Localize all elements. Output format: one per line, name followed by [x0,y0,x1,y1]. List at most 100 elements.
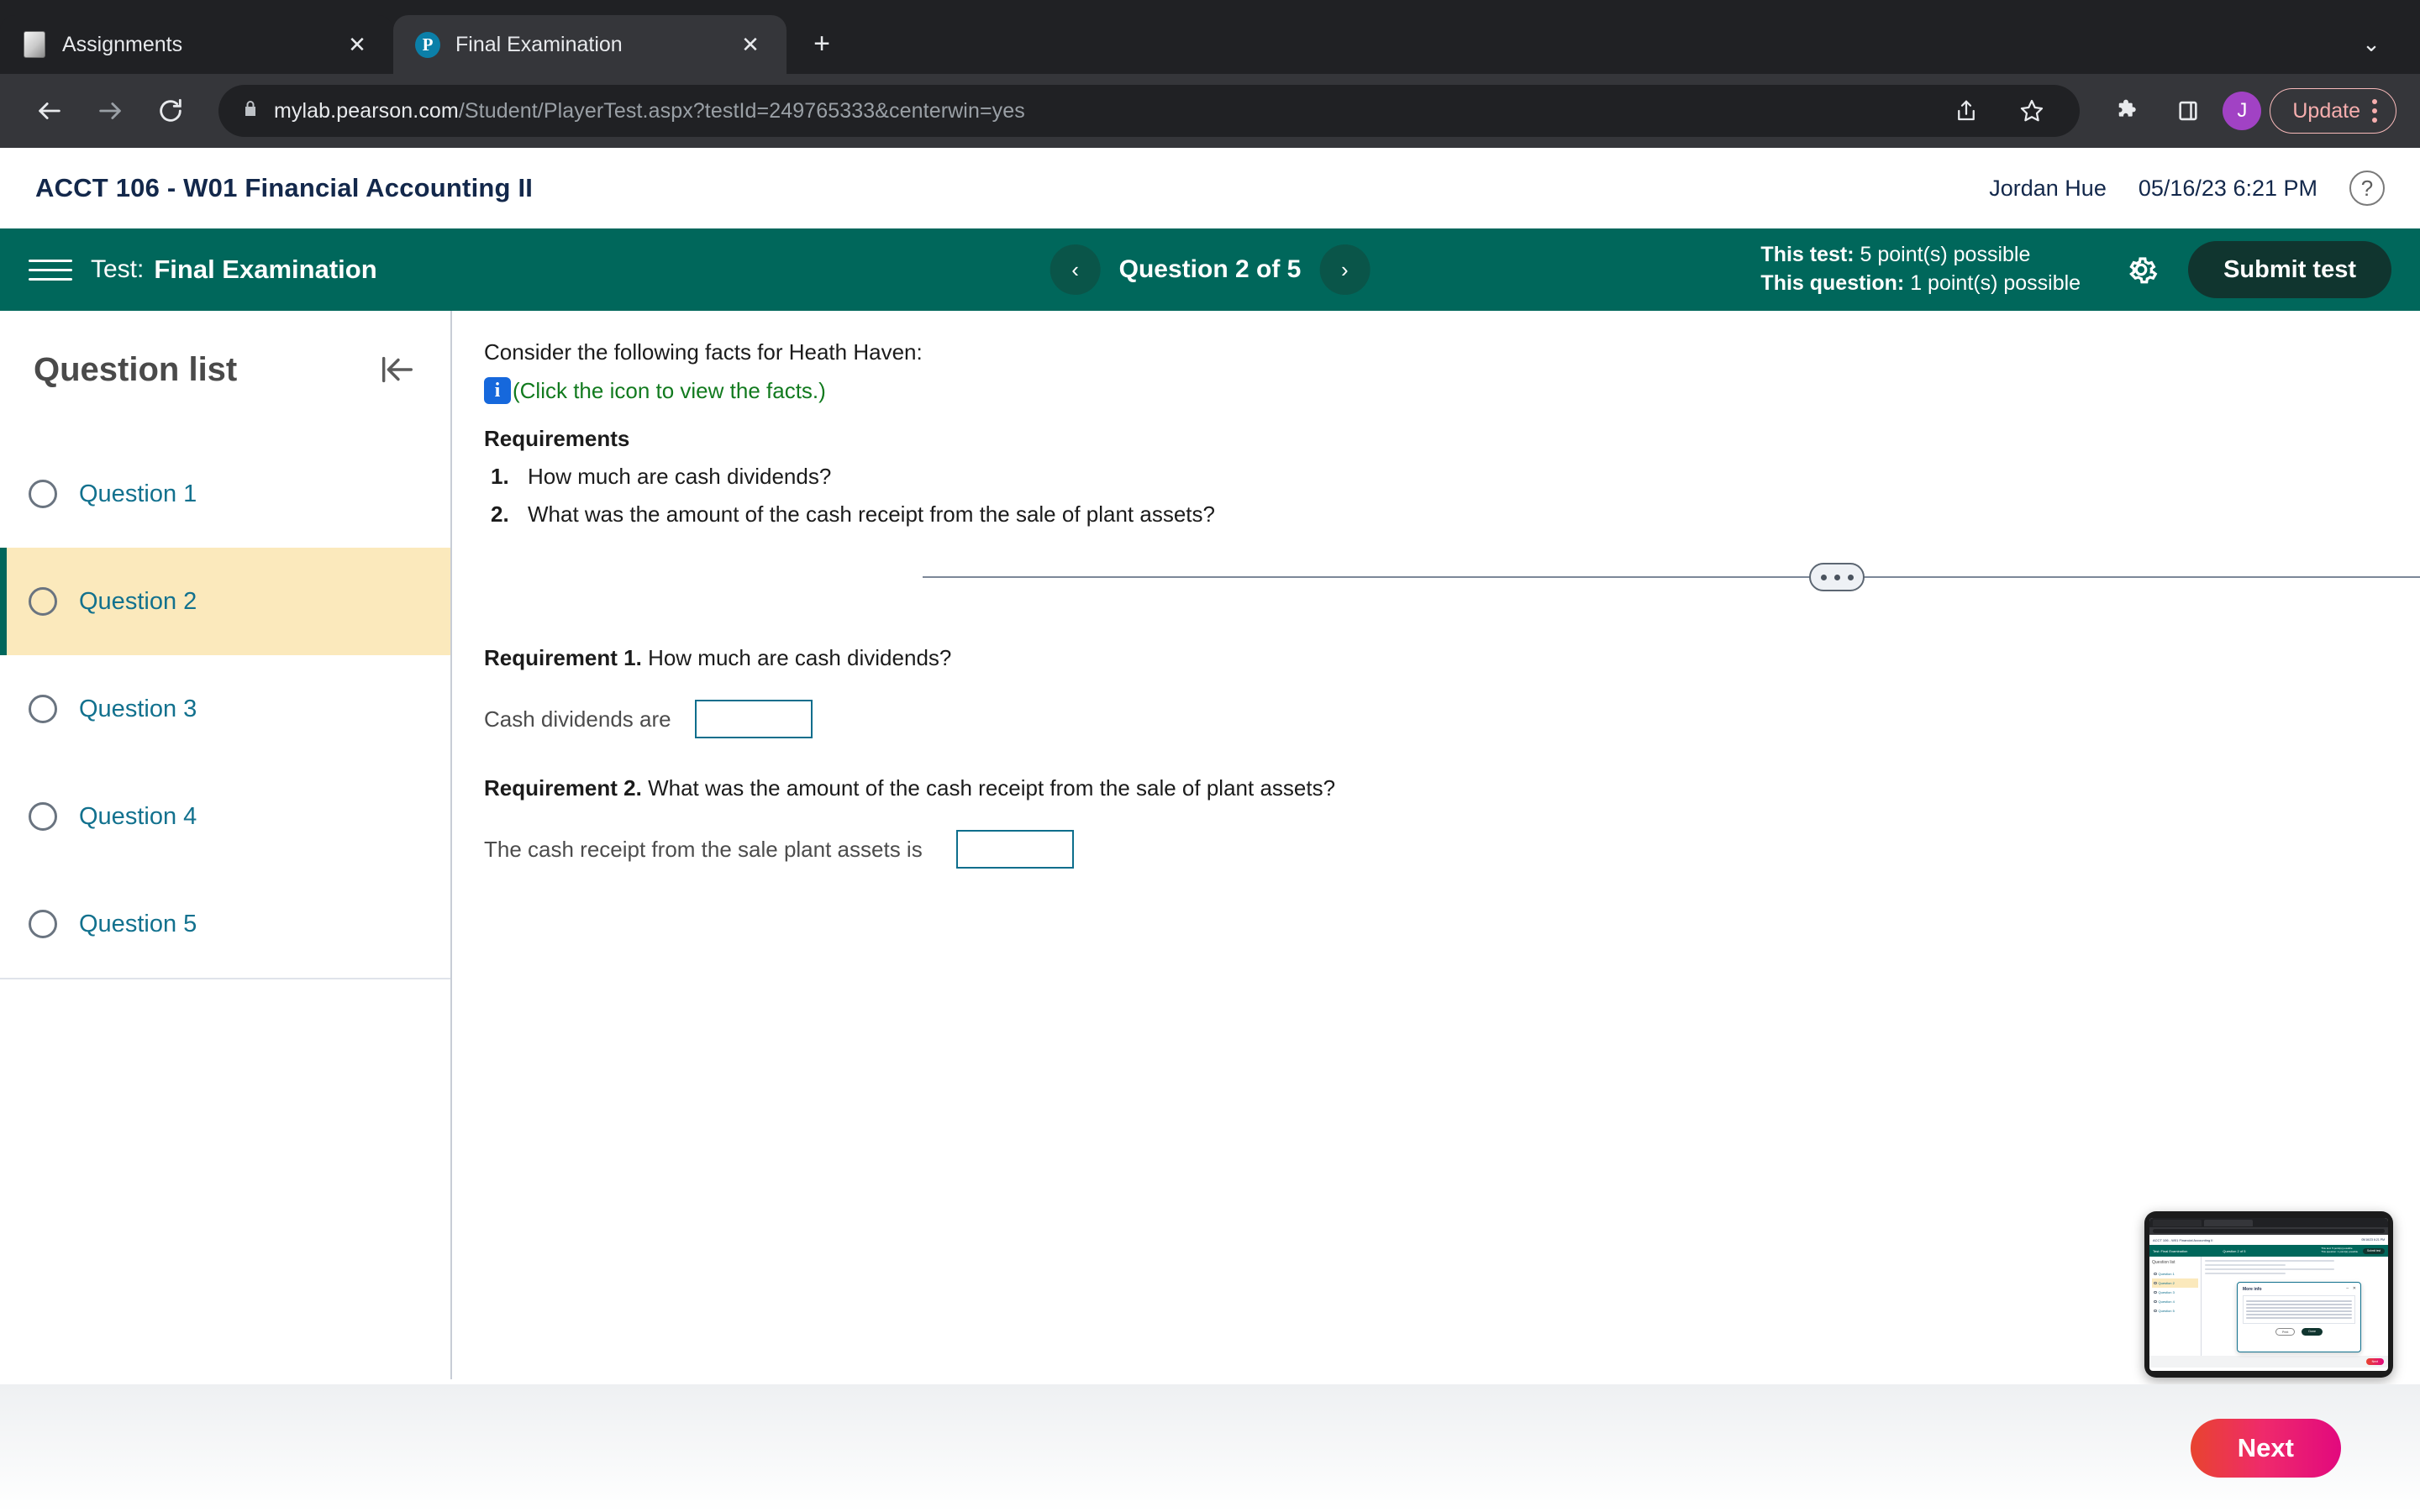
sidebar-item-question-4[interactable]: Question 4 [0,763,450,870]
content-divider [452,559,2420,593]
sidebar-item-label: Question 1 [79,480,197,507]
question-content: Consider the following facts for Heath H… [452,311,2420,1379]
preview-question-counter: Question 2 of 5 [2223,1248,2246,1253]
hamburger-icon[interactable] [29,248,72,291]
preview-list-item: Question 1 [2152,1269,2198,1278]
previous-question-button[interactable]: ‹ [1050,244,1101,295]
drag-handle-dots-icon[interactable] [1809,563,1865,591]
question-points-label: This question: [1760,271,1905,295]
preview-submit-button: Submit test [2363,1247,2385,1254]
kebab-menu-icon[interactable] [2372,99,2377,123]
cash-receipt-label: The cash receipt from the sale plant ass… [484,836,923,862]
profile-avatar[interactable]: J [2223,92,2262,130]
address-bar[interactable]: mylab.pearson.com/Student/PlayerTest.asp… [218,85,2081,137]
cash-dividends-input[interactable] [694,700,813,738]
sidebar-item-question-3[interactable]: Question 3 [0,655,450,763]
update-label: Update [2292,98,2360,123]
preview-sidebar-title: Question list [2152,1260,2175,1265]
list-item: 1. How much are cash dividends? [484,464,2420,490]
puzzle-icon[interactable] [2102,85,2154,137]
preview-tab [2204,1219,2253,1226]
sidebar-title: Question list [34,350,238,388]
submit-test-button[interactable]: Submit test [2188,241,2391,298]
preview-screen: ACCT 106 - W01 Financial Accounting II 0… [2149,1218,2388,1371]
browser-tab-final-examination[interactable]: P Final Examination ✕ [393,15,786,74]
browser-toolbar: mylab.pearson.com/Student/PlayerTest.asp… [0,74,2420,148]
sidebar-item-question-5[interactable]: Question 5 [0,870,450,978]
question-status-icon [29,910,57,938]
requirement-2-label: Requirement 2. [484,775,642,801]
preview-points: This test: 5 point(s) possible This ques… [2321,1247,2358,1254]
divider-line [923,576,2420,578]
preview-course-header: ACCT 106 - W01 Financial Accounting II 0… [2149,1235,2388,1245]
requirements-list: 1. How much are cash dividends? 2. What … [484,464,2420,528]
info-icon[interactable]: i [484,377,511,404]
preview-modal-body [2243,1295,2355,1325]
requirement-1-label: Requirement 1. [484,645,642,670]
reload-icon[interactable] [145,85,197,137]
close-icon[interactable]: ✕ [736,30,765,59]
user-name: Jordan Hue [1989,175,2107,201]
preview-done-button: Done [2302,1328,2323,1336]
preview-points-question: This question: 1 point(s) possible [2321,1250,2359,1253]
side-panel-icon[interactable] [2162,85,2214,137]
document-icon [22,30,47,59]
star-icon[interactable] [2006,85,2058,137]
sidebar-item-question-2[interactable]: Question 2 [0,548,450,655]
cash-dividends-label: Cash dividends are [484,706,671,732]
course-header: ACCT 106 - W01 Financial Accounting II J… [0,148,2420,228]
test-points-label: This test: [1760,243,1854,267]
browser-window: Assignments ✕ P Final Examination ✕ + ⌄ … [0,0,2420,1512]
question-list: Question 1 Question 2 Question 3 Questio… [0,440,450,979]
sidebar-item-label: Question 5 [79,910,197,937]
question-navigation: ‹ Question 2 of 5 › [1050,244,1370,295]
new-tab-button[interactable]: + [798,20,845,67]
requirement-text: What was the amount of the cash receipt … [528,501,1215,527]
requirement-1-text: How much are cash dividends? [648,645,952,670]
preview-modal-minimize-icon: – [2346,1286,2349,1291]
back-icon[interactable] [24,85,76,137]
question-status-icon [29,802,57,831]
next-button[interactable]: Next [2190,1419,2341,1478]
tab-strip: Assignments ✕ P Final Examination ✕ + ⌄ [0,0,2420,74]
question-counter: Question 2 of 5 [1118,255,1302,283]
test-label: Test: [91,255,145,283]
test-points-value: 5 point(s) possible [1860,243,2031,267]
view-facts-link[interactable]: (Click the icon to view the facts.) [513,378,826,404]
forward-icon[interactable] [84,85,136,137]
requirement-number: 1. [491,464,509,489]
current-datetime: 05/16/23 6:21 PM [2138,175,2317,201]
requirement-2-title: Requirement 2. What was the amount of th… [484,775,2420,801]
preview-list-item: Question 2 [2152,1278,2198,1288]
preview-modal-title: More info [2243,1287,2262,1292]
sidebar-item-question-1[interactable]: Question 1 [0,440,450,548]
next-question-button[interactable]: › [1319,244,1370,295]
question-intro: Consider the following facts for Heath H… [484,339,923,365]
requirement-text: How much are cash dividends? [528,464,832,489]
preview-footer: Next [2149,1356,2388,1368]
share-icon[interactable] [1940,85,1992,137]
preview-list-item: Question 5 [2152,1306,2198,1315]
preview-course-title: ACCT 106 - W01 Financial Accounting II [2153,1237,2213,1242]
preview-thumbnail[interactable]: ACCT 106 - W01 Financial Accounting II 0… [2144,1211,2393,1378]
requirements-heading: Requirements [484,426,630,451]
chevron-down-icon[interactable]: ⌄ [2353,25,2390,62]
gear-icon[interactable] [2118,246,2165,293]
preview-test-toolbar: Test: Final Examination Question 2 of 5 … [2149,1245,2388,1257]
preview-next-button: Next [2365,1358,2384,1365]
requirement-number: 2. [491,501,509,527]
preview-main: More info – ✕ Print Done [2202,1257,2388,1356]
main-area: Question list Question 1 Question 2 Ques… [0,311,2420,1379]
close-icon[interactable]: ✕ [343,30,371,59]
question-status-icon [29,587,57,616]
lock-icon [240,99,260,123]
browser-tab-assignments[interactable]: Assignments ✕ [0,15,393,74]
update-button[interactable]: Update [2270,88,2396,134]
url-text: mylab.pearson.com/Student/PlayerTest.asp… [274,99,1025,123]
help-icon[interactable]: ? [2349,171,2385,206]
cash-receipt-input[interactable] [955,830,1074,869]
page-content: ACCT 106 - W01 Financial Accounting II J… [0,148,2420,1512]
preview-tab [2153,1219,2202,1226]
collapse-left-icon[interactable] [373,346,420,393]
preview-list-item: Question 3 [2152,1288,2198,1297]
